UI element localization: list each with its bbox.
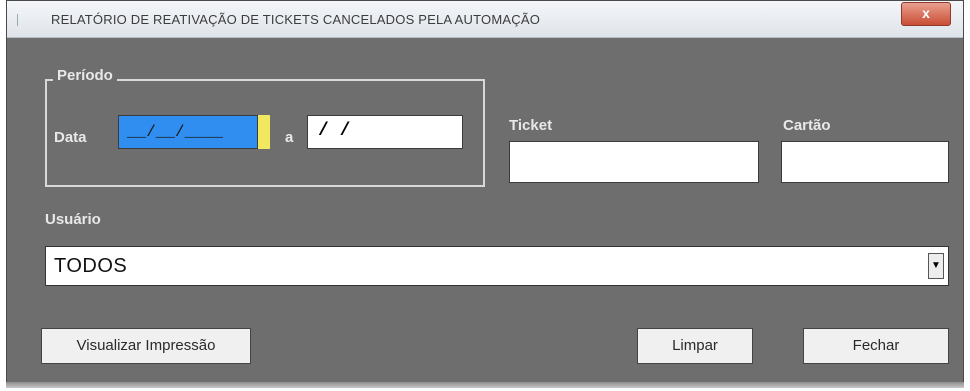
dropdown-button[interactable]: ▼ (928, 253, 944, 279)
window-title: RELATÓRIO DE REATIVAÇÃO DE TICKETS CANCE… (51, 12, 541, 27)
ticket-input[interactable] (509, 141, 759, 183)
window-icon (17, 14, 24, 26)
fechar-button[interactable]: Fechar (803, 328, 949, 364)
periodo-legend: Período (53, 67, 117, 84)
usuario-label: Usuário (45, 211, 101, 228)
data-label: Data (54, 129, 87, 146)
taskbar-edge (6, 382, 964, 388)
date-separator-label: a (285, 129, 294, 146)
date-end-input[interactable]: / / (307, 115, 463, 149)
usuario-selected-value: TODOS (54, 255, 128, 277)
title-bar[interactable]: RELATÓRIO DE REATIVAÇÃO DE TICKETS CANCE… (7, 1, 963, 38)
limpar-button[interactable]: Limpar (637, 328, 753, 364)
chevron-down-icon: ▼ (931, 260, 941, 271)
date-start-input[interactable]: __/__/____ (118, 115, 258, 149)
visualizar-impressao-button[interactable]: Visualizar Impressão (41, 328, 251, 364)
close-button[interactable]: x (901, 2, 951, 26)
cartao-label: Cartão (783, 117, 831, 134)
report-dialog-window: RELATÓRIO DE REATIVAÇÃO DE TICKETS CANCE… (6, 0, 964, 384)
close-icon: x (922, 5, 930, 21)
usuario-select[interactable]: TODOS ▼ (45, 246, 949, 286)
date-start-indicator (258, 115, 270, 149)
ticket-label: Ticket (509, 117, 553, 134)
cartao-input[interactable] (781, 141, 949, 183)
